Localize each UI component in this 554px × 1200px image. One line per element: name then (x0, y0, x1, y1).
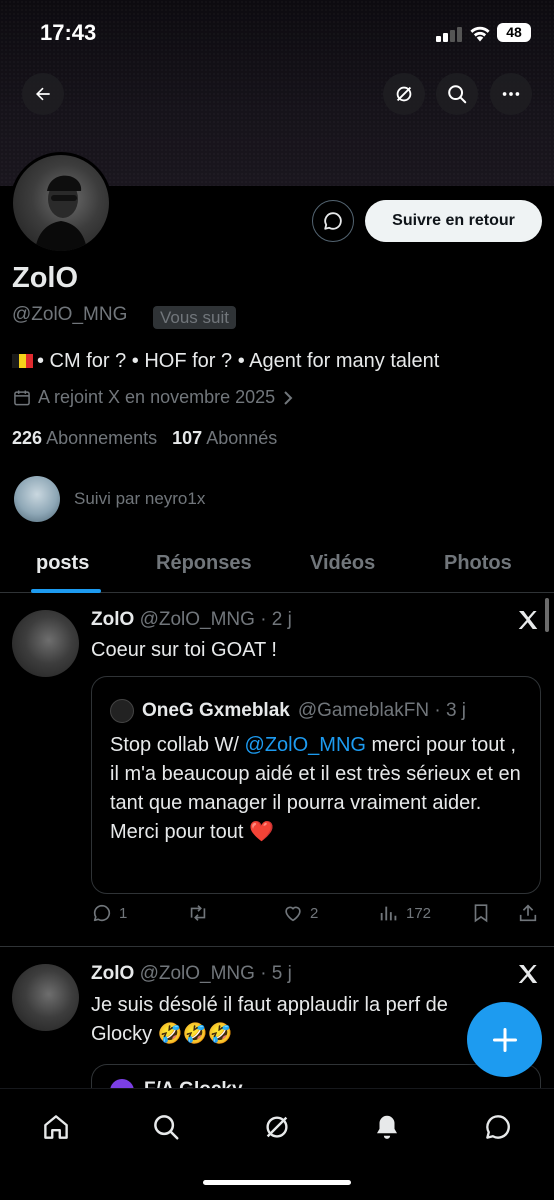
back-arrow-icon (36, 87, 50, 101)
tweet-divider (0, 946, 554, 947)
profile-handle: @ZolO_MNG (12, 304, 128, 325)
followers-count: 107 (172, 428, 203, 448)
profile-name: ZolO (12, 262, 79, 294)
home-indicator[interactable] (203, 1180, 351, 1185)
quoted-text-start: Stop collab W/ (110, 734, 245, 756)
like-count: 2 (310, 904, 319, 922)
retweet-icon (190, 905, 206, 921)
status-bar: 17:43 48 (0, 0, 554, 64)
grok-icon (266, 1116, 288, 1138)
tweet-author-name: ZolO (91, 609, 135, 630)
tab-posts[interactable]: posts (36, 552, 89, 575)
retweet-button[interactable] (186, 902, 210, 924)
like-icon (285, 906, 301, 922)
calendar-icon (14, 390, 30, 405)
quoted-tweet-header: OneG Gxmeblak @GameblakFN · 3 j (110, 699, 466, 723)
reply-button[interactable]: 1 (91, 902, 127, 924)
x-logo-icon (518, 965, 538, 983)
joined-text: A rejoint X en novembre 2025 (38, 387, 276, 407)
tweet-avatar[interactable] (12, 610, 79, 677)
status-time: 17:43 (40, 20, 97, 45)
following-count: 226 (12, 428, 43, 448)
tab-photos[interactable]: Photos (444, 552, 512, 575)
tweet-actions: 1 2 172 (0, 902, 554, 934)
more-icon (502, 92, 520, 96)
tweet-header: ZolO @ZolO_MNG · 2 j (91, 609, 292, 631)
active-tab-indicator (31, 589, 101, 593)
view-count: 172 (406, 904, 432, 922)
quoted-tweet-meta: @GameblakFN · 3 j (297, 700, 467, 721)
followers-link[interactable]: 107 Abonnés (172, 428, 277, 448)
joined-date[interactable]: A rejoint X en novembre 2025 (12, 387, 295, 408)
tweet-author-name: ZolO (91, 963, 135, 984)
like-button[interactable]: 2 (282, 902, 318, 924)
mention-link[interactable]: @ZolO_MNG (245, 734, 366, 756)
tweet-text: Je suis désolé il faut applaudir la perf… (91, 994, 448, 1045)
x-logo-icon (518, 611, 538, 629)
nav-search[interactable] (146, 1107, 186, 1147)
belgium-flag-icon (12, 354, 33, 368)
back-button[interactable] (22, 73, 64, 115)
grok-button[interactable] (383, 73, 425, 115)
scrollbar[interactable] (545, 598, 549, 632)
views-button[interactable]: 172 (378, 902, 431, 924)
nav-messages[interactable] (478, 1107, 518, 1147)
following-link[interactable]: 226 Abonnements (12, 428, 157, 448)
follower-avatar (14, 476, 60, 522)
profile-bio: • CM for ? • HOF for ? • Agent for many … (12, 350, 439, 373)
bookmark-icon (474, 904, 488, 923)
views-icon (380, 906, 397, 921)
more-button[interactable] (490, 73, 532, 115)
following-label: Abonnements (46, 428, 158, 448)
avatar-portrait (35, 175, 87, 251)
tweet-avatar[interactable] (12, 964, 79, 1031)
chevron-right-icon (284, 390, 293, 405)
reply-count: 1 (119, 904, 128, 922)
tab-replies[interactable]: Réponses (156, 552, 252, 575)
plus-icon (492, 1027, 517, 1052)
followed-by-row[interactable]: Suivi par neyro1x (14, 476, 205, 522)
message-icon (324, 212, 342, 230)
battery-indicator: 48 (497, 23, 531, 42)
bell-icon (377, 1115, 397, 1139)
quoted-tweet[interactable]: OneG Gxmeblak @GameblakFN · 3 j Stop col… (91, 676, 541, 894)
compose-button[interactable] (467, 1002, 542, 1077)
bookmark-button[interactable] (470, 902, 492, 924)
followers-label: Abonnés (206, 428, 278, 448)
follows-you-badge: Vous suit (153, 306, 236, 329)
quoted-text-line2: Merci pour tout ❤️ (110, 821, 274, 843)
search-icon (448, 85, 467, 104)
reply-icon (93, 904, 111, 922)
tweet-header: ZolO @ZolO_MNG · 5 j (91, 963, 292, 985)
grok-icon (396, 86, 412, 102)
followed-by-text: Suivi par neyro1x (74, 489, 206, 508)
quoted-author-avatar (110, 699, 134, 723)
nav-grok[interactable] (257, 1107, 297, 1147)
share-icon (519, 904, 537, 922)
share-button[interactable] (517, 902, 539, 924)
quoted-author-name: OneG Gxmeblak (142, 700, 290, 721)
home-icon (44, 1115, 68, 1139)
wifi-icon (470, 26, 490, 42)
tweet-text: Coeur sur toi GOAT ! (91, 639, 277, 661)
follow-back-button[interactable]: Suivre en retour (365, 200, 542, 242)
search-icon (154, 1115, 179, 1140)
search-button[interactable] (436, 73, 478, 115)
nav-notifications[interactable] (367, 1107, 407, 1147)
tab-videos[interactable]: Vidéos (310, 552, 375, 575)
profile-tabs: posts Réponses Vidéos Photos (0, 540, 554, 593)
tweet-meta: @ZolO_MNG · 5 j (139, 963, 292, 984)
message-button[interactable] (312, 200, 354, 242)
follow-counts: 226 Abonnements 107 Abonnés (12, 428, 277, 449)
quoted-tweet-text: Stop collab W/ @ZolO_MNG merci pour tout… (110, 731, 530, 847)
nav-home[interactable] (36, 1107, 76, 1147)
bio-text: • CM for ? • HOF for ? • Agent for many … (37, 350, 440, 372)
chat-icon (486, 1115, 510, 1139)
cellular-signal-icon (436, 26, 462, 42)
tweet-meta: @ZolO_MNG · 2 j (139, 609, 292, 630)
profile-avatar[interactable] (10, 152, 112, 254)
